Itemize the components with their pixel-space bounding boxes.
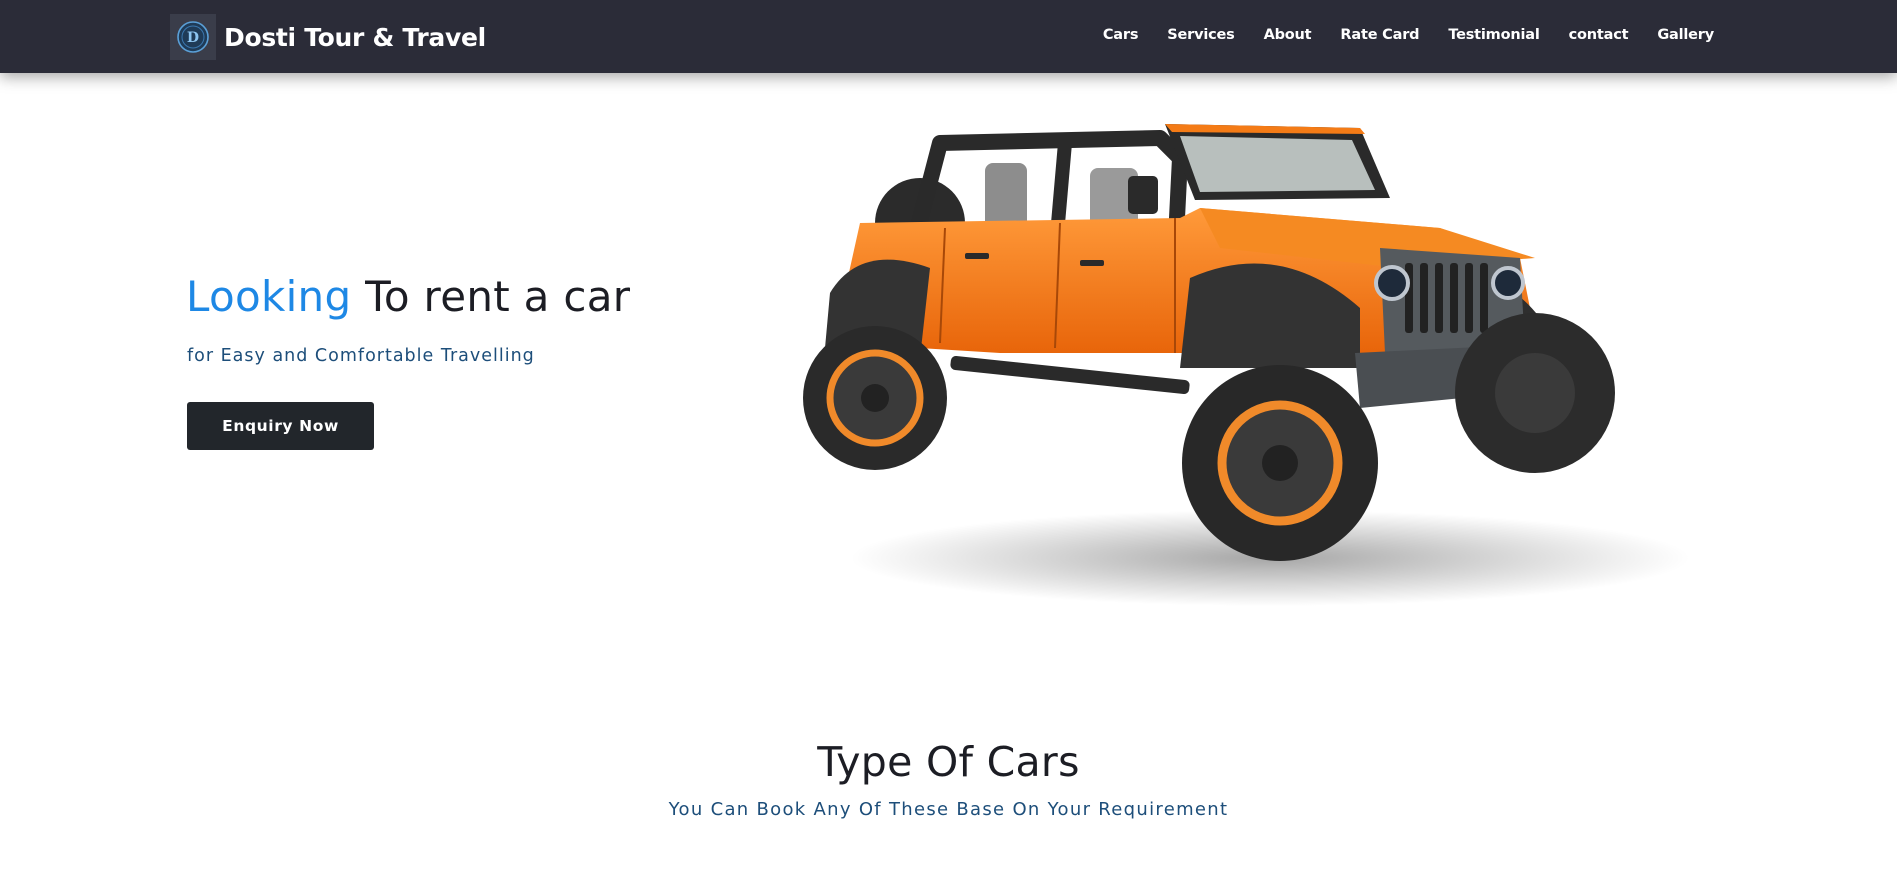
brand-name: Dosti Tour & Travel	[224, 22, 486, 52]
hero-title-rest: To rent a car	[351, 272, 631, 321]
hero-title: Looking To rent a car	[186, 272, 630, 321]
nav-link-testimonial[interactable]: Testimonial	[1448, 27, 1539, 43]
hero-title-accent: Looking	[186, 272, 352, 321]
orange-jeep-image	[803, 124, 1690, 606]
nav-link-contact[interactable]: contact	[1569, 27, 1629, 43]
enquiry-now-button[interactable]: Enquiry Now	[187, 402, 374, 450]
navbar: D Dosti Tour & Travel Cars Services Abou…	[0, 0, 1897, 73]
brand-logo-icon: D	[170, 14, 216, 60]
nav-link-about[interactable]: About	[1264, 27, 1312, 43]
section-title: Type Of Cars	[817, 738, 1080, 786]
hero-subtitle: for Easy and Comfortable Travelling	[187, 346, 535, 366]
nav-menu: Cars Services About Rate Card Testimonia…	[1074, 0, 1714, 70]
nav-link-gallery[interactable]: Gallery	[1657, 27, 1714, 43]
nav-link-services[interactable]: Services	[1167, 27, 1235, 43]
svg-text:D: D	[187, 30, 199, 46]
nav-link-rate-card[interactable]: Rate Card	[1340, 27, 1419, 43]
nav-link-cars[interactable]: Cars	[1103, 27, 1139, 43]
section-subtitle: You Can Book Any Of These Base On Your R…	[668, 799, 1229, 820]
brand-link[interactable]: D Dosti Tour & Travel	[170, 14, 486, 60]
